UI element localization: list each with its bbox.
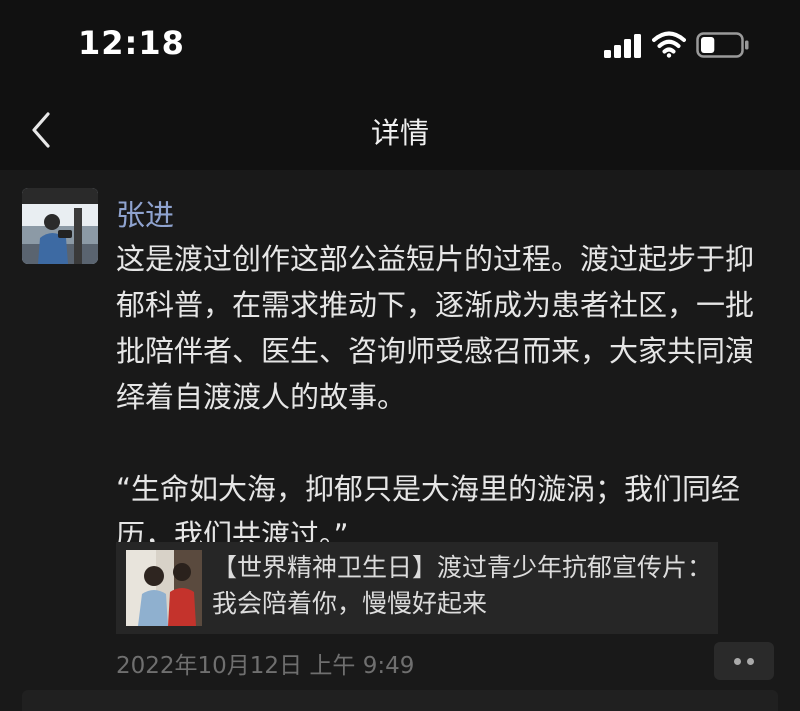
cellular-signal-icon <box>604 34 641 58</box>
post-paragraph: 这是渡过创作这部公益短片的过程。渡过起步于抑郁科普，在需求推动下，逐渐成为患者社… <box>116 242 755 414</box>
post-card: 张进 这是渡过创作这部公益短片的过程。渡过起步于抑郁科普，在需求推动下，逐渐成为… <box>0 170 800 711</box>
page-title: 详情 <box>370 116 429 150</box>
author-name-link[interactable]: 张进 <box>116 192 174 234</box>
wifi-icon <box>652 31 686 58</box>
moment-detail-screen: 12:18 详情 张进 这是渡过创作这部公益短片的过程。渡过起步于抑郁科普，在需… <box>0 0 800 711</box>
comment-area <box>22 690 778 711</box>
link-thumbnail <box>126 550 202 626</box>
shared-link-card[interactable]: 【世界精神卫生日】渡过青少年抗郁宣传片：我会陪着你，慢慢好起来 <box>116 542 718 634</box>
post-timestamp: 2022年10月12日 上午 9:49 <box>116 653 415 679</box>
avatar[interactable] <box>22 188 98 264</box>
link-title: 【世界精神卫生日】渡过青少年抗郁宣传片：我会陪着你，慢慢好起来 <box>212 553 713 618</box>
avatar-image <box>22 188 98 264</box>
more-dots-icon[interactable] <box>714 642 774 680</box>
status-time: 12:18 <box>78 24 185 62</box>
battery-icon <box>696 32 749 58</box>
navigation-bar: 详情 <box>0 90 800 170</box>
post-text: 这是渡过创作这部公益短片的过程。渡过起步于抑郁科普，在需求推动下，逐渐成为患者社… <box>116 236 776 558</box>
status-bar: 12:18 <box>0 0 800 90</box>
